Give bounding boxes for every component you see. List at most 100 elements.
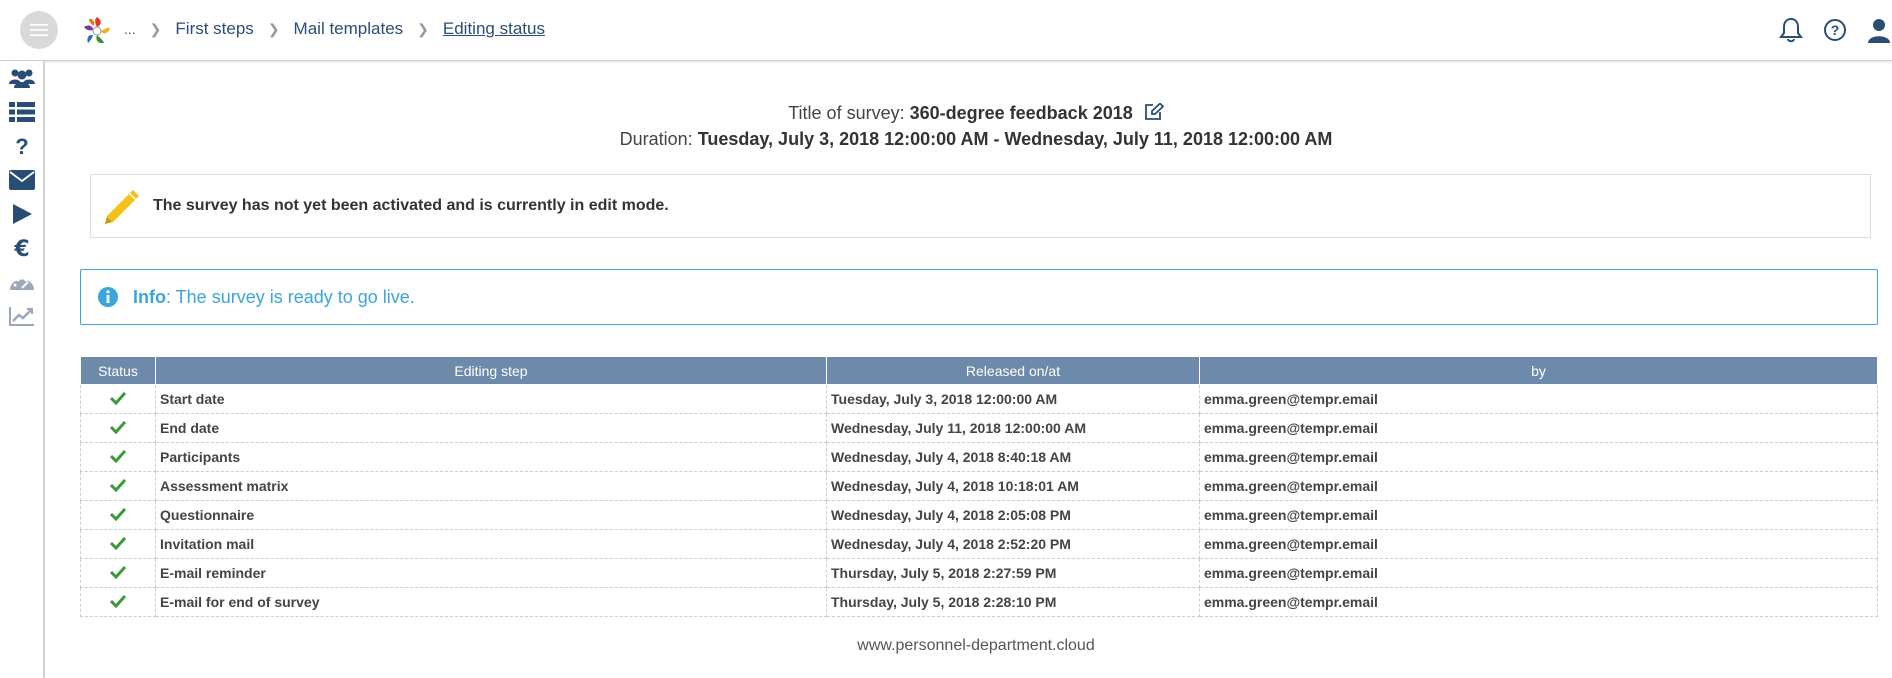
list-icon [8, 102, 35, 122]
sidebar-item-mail[interactable] [0, 163, 43, 197]
by-cell: emma.green@tempr.email [1199, 529, 1878, 559]
user-menu-button[interactable] [1866, 17, 1892, 43]
status-cell [80, 384, 156, 414]
released-cell: Tuesday, July 3, 2018 12:00:00 AM [826, 384, 1200, 414]
info-alert: Info: The survey is ready to go live. [80, 269, 1878, 325]
status-cell [80, 500, 156, 530]
users-group-icon [8, 69, 35, 88]
status-cell [80, 587, 156, 617]
table-row: E-mail for end of survey Thursday, July 5… [80, 587, 1878, 617]
sidebar-item-launch[interactable] [0, 197, 43, 231]
svg-text:€: € [13, 237, 29, 260]
bell-icon [1779, 17, 1803, 43]
by-cell: emma.green@tempr.email [1199, 413, 1878, 443]
table-row: Assessment matrix Wednesday, July 4, 2018… [80, 471, 1878, 501]
breadcrumb-ellipsis[interactable]: ... [124, 21, 136, 37]
breadcrumb-editing-status[interactable]: Editing status [443, 19, 545, 39]
table-row: End date Wednesday, July 11, 2018 12:00:0… [80, 413, 1878, 443]
column-header-editing-step[interactable]: Editing step [155, 356, 827, 385]
hamburger-menu-button[interactable] [20, 11, 58, 49]
released-cell: Wednesday, July 4, 2018 10:18:01 AM [826, 471, 1200, 501]
survey-title-label: Title of survey: [788, 103, 905, 123]
column-header-by[interactable]: by [1199, 356, 1878, 385]
editing-step-cell: Assessment matrix [155, 471, 827, 501]
euro-icon: € [13, 237, 29, 260]
sidebar-item-reports[interactable] [0, 299, 43, 333]
table-row: Start date Tuesday, July 3, 2018 12:00:00… [80, 384, 1878, 414]
edit-mode-notice: The survey has not yet been activated an… [90, 174, 1871, 238]
check-icon [109, 449, 127, 463]
editing-step-cell: End date [155, 413, 827, 443]
sidebar-item-list[interactable] [0, 95, 43, 129]
by-cell: emma.green@tempr.email [1199, 587, 1878, 617]
sidebar-item-costs[interactable]: € [0, 231, 43, 265]
editing-step-cell: Participants [155, 442, 827, 472]
editing-step-cell: Questionnaire [155, 500, 827, 530]
by-cell: emma.green@tempr.email [1199, 500, 1878, 530]
footer-url: www.personnel-department.cloud [857, 637, 1095, 654]
play-icon [12, 204, 32, 224]
table-row: Invitation mail Wednesday, July 4, 2018 2… [80, 529, 1878, 559]
released-cell: Thursday, July 5, 2018 2:27:59 PM [826, 558, 1200, 588]
breadcrumb-mail-templates[interactable]: Mail templates [294, 19, 404, 39]
sidebar-item-questions[interactable]: ? [0, 129, 43, 163]
released-cell: Wednesday, July 4, 2018 2:05:08 PM [826, 500, 1200, 530]
info-label: Info [133, 286, 166, 307]
by-cell: emma.green@tempr.email [1199, 384, 1878, 414]
released-cell: Wednesday, July 11, 2018 12:00:00 AM [826, 413, 1200, 443]
top-bar: ... ❯ First steps ❯ Mail templates ❯ Edi… [0, 0, 1892, 61]
envelope-icon [8, 170, 35, 190]
status-cell [80, 442, 156, 472]
check-icon [109, 391, 127, 405]
edit-title-button[interactable] [1144, 102, 1165, 126]
chevron-right-icon: ❯ [267, 20, 280, 37]
company-logo[interactable] [80, 14, 114, 48]
svg-text:?: ? [1831, 22, 1840, 38]
main-content: Title of survey: 360-degree feedback 201… [60, 61, 1892, 678]
check-icon [109, 565, 127, 579]
check-icon [109, 594, 127, 608]
survey-duration: Duration: Tuesday, July 3, 2018 12:00:00… [60, 129, 1892, 150]
column-header-status[interactable]: Status [80, 356, 156, 385]
user-icon [1868, 19, 1890, 43]
survey-title: Title of survey: 360-degree feedback 201… [60, 102, 1892, 126]
info-text: : The survey is ready to go live. [166, 286, 415, 307]
table-row: E-mail reminder Thursday, July 5, 2018 2:… [80, 558, 1878, 588]
help-button[interactable]: ? [1822, 17, 1848, 43]
editing-step-cell: Start date [155, 384, 827, 414]
status-cell [80, 413, 156, 443]
survey-title-value: 360-degree feedback 2018 [909, 103, 1133, 123]
pencil-icon [105, 190, 139, 224]
sidebar-item-participants[interactable] [0, 61, 43, 95]
status-cell [80, 558, 156, 588]
released-cell: Wednesday, July 4, 2018 8:40:18 AM [826, 442, 1200, 472]
question-icon: ? [15, 134, 28, 158]
check-icon [109, 507, 127, 521]
check-icon [109, 478, 127, 492]
table-row: Questionnaire Wednesday, July 4, 2018 2:0… [80, 500, 1878, 530]
by-cell: emma.green@tempr.email [1199, 442, 1878, 472]
chevron-right-icon: ❯ [417, 20, 429, 37]
released-cell: Thursday, July 5, 2018 2:28:10 PM [826, 587, 1200, 617]
table-body: Start date Tuesday, July 3, 2018 12:00:00… [80, 384, 1878, 617]
top-icons: ? [1760, 16, 1892, 44]
editing-step-cell: E-mail for end of survey [155, 587, 827, 617]
breadcrumb-first-steps[interactable]: First steps [175, 19, 253, 39]
editing-step-cell: Invitation mail [155, 529, 827, 559]
edit-mode-text: The survey has not yet been activated an… [153, 197, 669, 214]
column-header-released[interactable]: Released on/at [826, 356, 1200, 385]
by-cell: emma.green@tempr.email [1199, 471, 1878, 501]
chevron-right-icon: ❯ [149, 20, 162, 37]
dashboard-icon [9, 276, 34, 290]
released-cell: Wednesday, July 4, 2018 2:52:20 PM [826, 529, 1200, 559]
table-header-row: Status Editing step Released on/at by [80, 356, 1878, 385]
table-row: Participants Wednesday, July 4, 2018 8:40… [80, 442, 1878, 472]
chart-line-icon [8, 307, 34, 326]
status-cell [80, 471, 156, 501]
check-icon [109, 420, 127, 434]
breadcrumb: ... ❯ First steps ❯ Mail templates ❯ Edi… [124, 19, 545, 39]
sidebar-item-dashboard[interactable] [0, 265, 43, 299]
hamburger-menu-icon [30, 24, 48, 36]
notifications-button[interactable] [1778, 16, 1804, 44]
status-cell [80, 529, 156, 559]
